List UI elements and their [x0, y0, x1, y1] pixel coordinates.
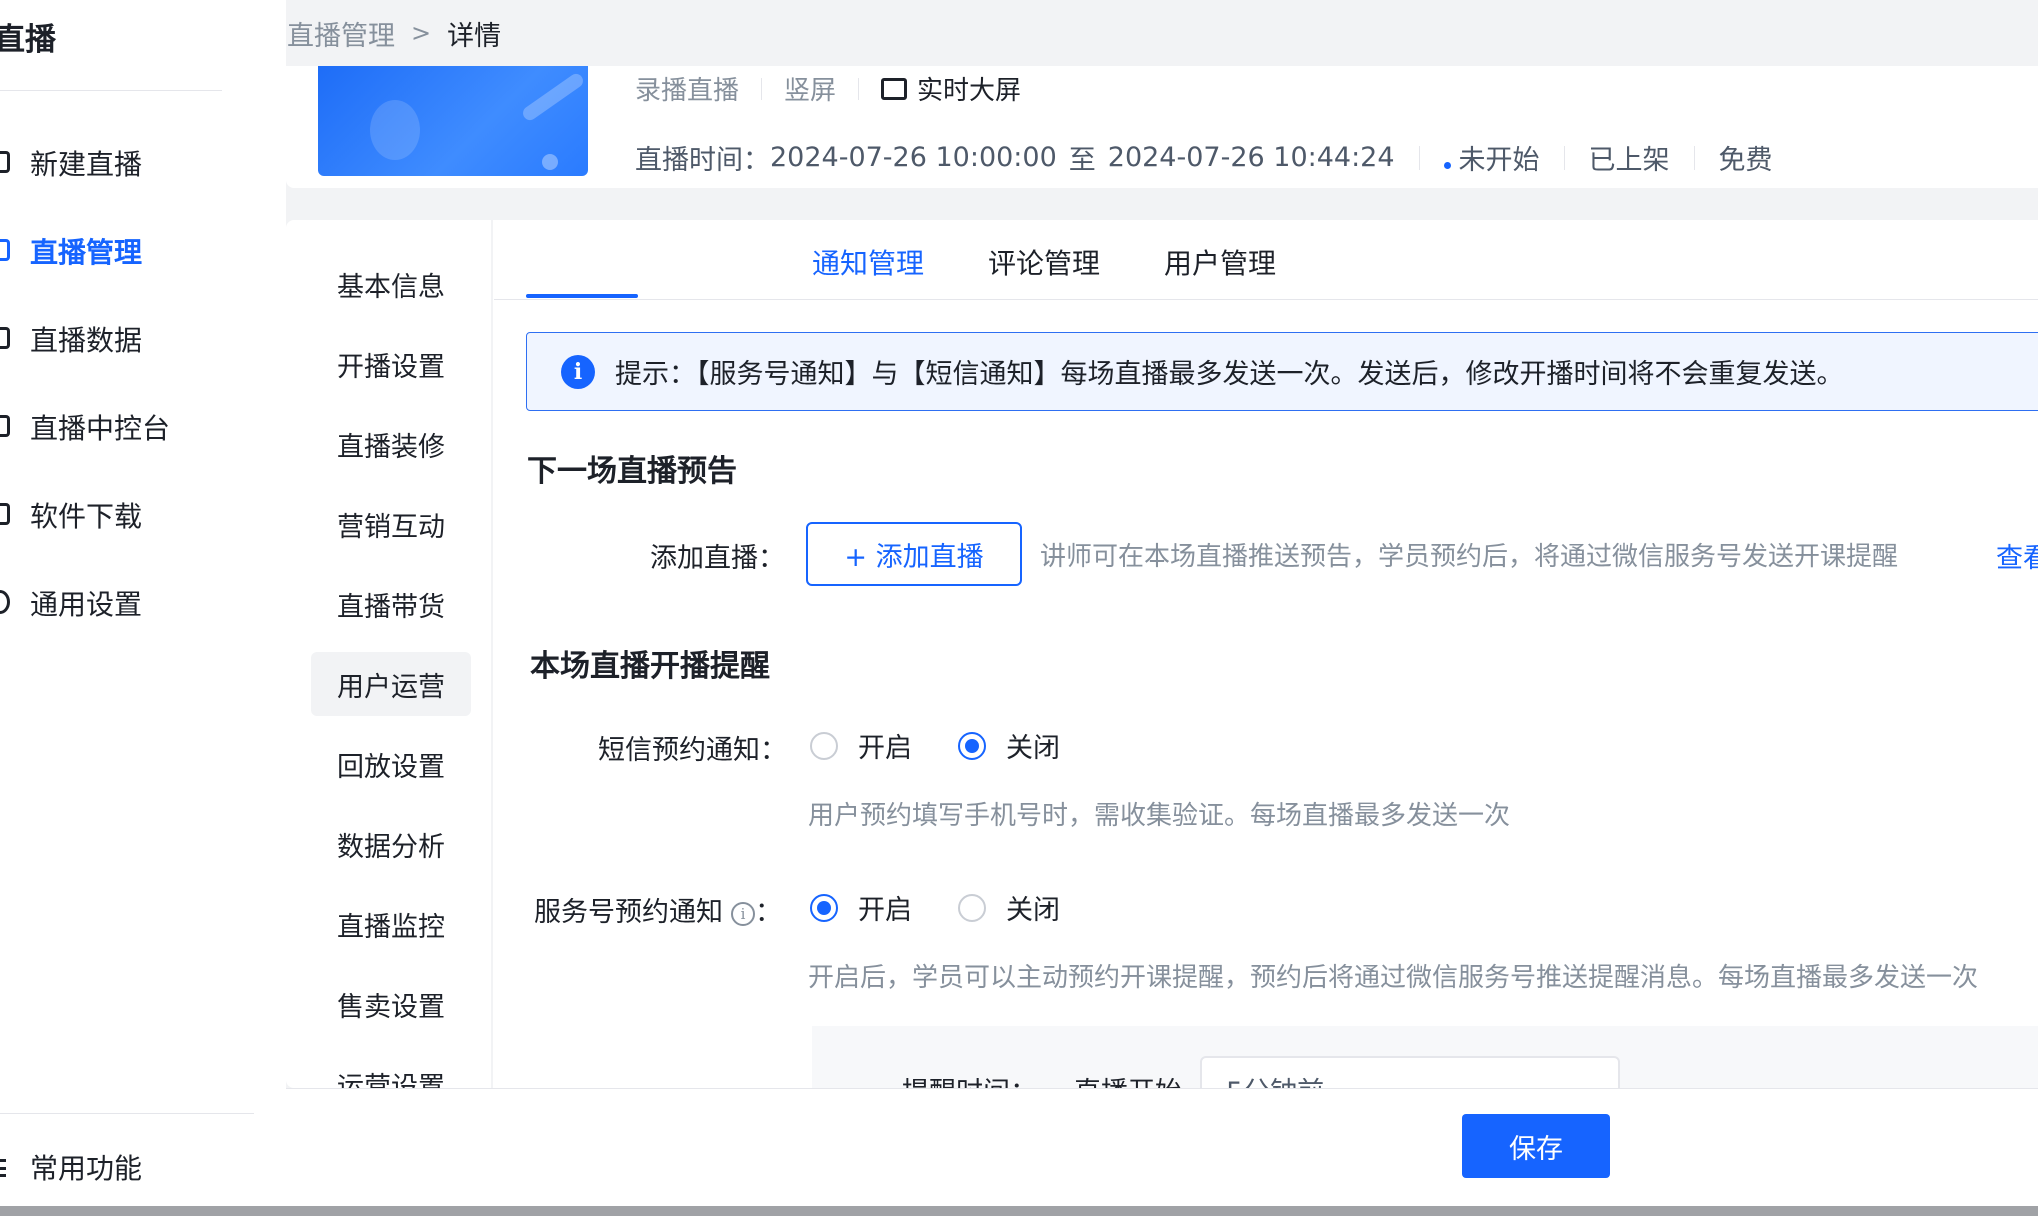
sidebar-divider: [0, 90, 222, 91]
main-panel: 基本信息 开播设置 直播装修 营销互动 直播带货 用户运营 回放设置 数据分析 …: [286, 220, 2038, 1088]
sidebar-item-live-data[interactable]: 直播数据: [0, 309, 286, 369]
sub-nav-playback[interactable]: 回放设置: [311, 732, 471, 796]
sms-notify-hint: 用户预约填写手机号时，需收集验证。每场直播最多发送一次: [808, 801, 1511, 831]
service-radio-on[interactable]: 开启: [810, 888, 912, 927]
radio-circle: [810, 893, 838, 922]
live-shelf-status: 已上架: [1588, 145, 1670, 176]
footer-bar: [286, 1088, 2038, 1210]
breadcrumb-parent[interactable]: 直播管理: [287, 14, 395, 53]
breadcrumb: 直播管理 > 详情: [286, 0, 2038, 66]
sub-nav-marketing[interactable]: 营销互动: [311, 492, 471, 556]
reminder-time-label: 提醒时间：: [902, 1070, 1037, 1088]
live-time-label: 直播时间：: [635, 145, 770, 176]
radio-label: 开启: [858, 895, 912, 926]
gear-icon: [0, 573, 20, 633]
status-dot-icon: [1443, 162, 1451, 169]
sidebar: 直播 新建直播 直播管理 直播数据 直播中控台 软件下载 通用设置 常用功能: [0, 0, 286, 1216]
reminder-time-box: 提醒时间： 直播开始 5分钟前: [812, 1026, 2038, 1088]
sidebar-item-label: 软件下载: [30, 500, 143, 533]
sidebar-item-new-live[interactable]: 新建直播: [0, 133, 286, 193]
radio-label: 关闭: [1006, 733, 1060, 764]
live-type: 录播直播: [635, 76, 740, 106]
notice-banner: i 提示：【服务号通知】与【短信通知】每场直播最多发送一次。发送后，修改开播时间…: [526, 332, 2038, 411]
tab-users[interactable]: 用户管理: [1164, 242, 1276, 282]
sidebar-item-label: 直播中控台: [30, 412, 171, 445]
sidebar-item-control-console[interactable]: 直播中控台: [0, 397, 286, 457]
live-icon: [0, 221, 20, 281]
tab-notification[interactable]: 通知管理: [812, 242, 924, 282]
service-radio-off[interactable]: 关闭: [958, 888, 1060, 927]
sub-nav-sales[interactable]: 售卖设置: [311, 972, 471, 1036]
sub-nav-basic-info[interactable]: 基本信息: [311, 252, 471, 316]
add-live-button[interactable]: + 添加直播: [806, 522, 1022, 586]
tab-comments[interactable]: 评论管理: [988, 242, 1100, 282]
radio-circle: [810, 731, 838, 760]
live-orientation: 竖屏: [784, 76, 837, 106]
reminder-time-value: 5分钟前: [1226, 1070, 1324, 1088]
notice-text: 提示：【服务号通知】与【短信通知】每场直播最多发送一次。发送后，修改开播时间将不…: [615, 359, 1844, 390]
live-price: 免费: [1718, 145, 1773, 176]
reminder-time-prefix: 直播开始: [1074, 1070, 1182, 1088]
live-time-start: 2024-07-26 10:00:00: [770, 142, 1057, 173]
detail-sub-nav: 基本信息 开播设置 直播装修 营销互动 直播带货 用户运营 回放设置 数据分析 …: [286, 220, 493, 1088]
list-icon: [0, 1137, 20, 1197]
sidebar-item-label: 直播数据: [30, 324, 143, 357]
reminder-time-select[interactable]: 5分钟前: [1200, 1056, 1620, 1088]
add-live-hint: 讲师可在本场直播推送预告，学员预约后，将通过微信服务号发送开课提醒: [1040, 542, 1899, 572]
sidebar-divider: [0, 1113, 254, 1114]
bigscreen-label: 实时大屏: [917, 76, 1022, 106]
live-time-row: 直播时间： 2024-07-26 10:00:00 至 2024-07-26 1…: [635, 138, 1773, 177]
live-meta-row: 录播直播 竖屏 实时大屏: [635, 70, 1021, 107]
tab-bar: 通知管理 评论管理 用户管理: [494, 220, 2038, 300]
bigscreen-link[interactable]: 实时大屏: [881, 70, 1021, 107]
sub-nav-analytics[interactable]: 数据分析: [311, 812, 471, 876]
sidebar-item-label: 常用功能: [30, 1152, 143, 1185]
live-time-end: 2024-07-26 10:44:24: [1107, 142, 1395, 173]
info-icon: i: [561, 354, 595, 389]
sidebar-item-label: 新建直播: [30, 148, 143, 181]
service-notify-hint: 开启后，学员可以主动预约开课提醒，预约后将通过微信服务号推送提醒消息。每场直播最…: [808, 963, 1979, 993]
sub-nav-broadcast-settings[interactable]: 开播设置: [311, 332, 471, 396]
add-live-label: 添加直播：: [650, 543, 785, 574]
bigscreen-icon: [881, 77, 908, 100]
sub-nav-operation-settings[interactable]: 运营设置: [311, 1052, 471, 1089]
sidebar-item-live-manage[interactable]: 直播管理: [0, 221, 286, 281]
sidebar-item-general-settings[interactable]: 通用设置: [0, 573, 286, 633]
sub-nav-monitor[interactable]: 直播监控: [311, 892, 471, 956]
sms-notify-label: 短信预约通知：: [598, 735, 787, 766]
radio-circle: [958, 893, 986, 922]
sidebar-item-common-functions[interactable]: 常用功能: [0, 1137, 286, 1197]
view-link[interactable]: 查看: [1996, 536, 2038, 575]
save-button[interactable]: 保存: [1462, 1114, 1610, 1178]
sms-radio-on[interactable]: 开启: [810, 726, 912, 765]
radio-label: 关闭: [1006, 895, 1060, 926]
monitor-icon: [0, 397, 20, 457]
tab-active-indicator: [526, 294, 638, 298]
chart-icon: [0, 309, 20, 369]
service-notify-label: 服务号预约通知 i：: [534, 897, 782, 928]
radio-label: 开启: [858, 733, 912, 764]
sidebar-item-software-download[interactable]: 软件下载: [0, 485, 286, 545]
sub-nav-user-operation[interactable]: 用户运营: [311, 652, 471, 716]
next-live-title: 下一场直播预告: [527, 454, 737, 489]
download-icon: [0, 485, 20, 545]
sidebar-item-label: 直播管理: [30, 236, 143, 269]
reminder-title: 本场直播开播提醒: [530, 649, 770, 684]
sidebar-item-label: 通用设置: [30, 588, 143, 621]
live-status: 未开始: [1443, 138, 1540, 177]
sub-nav-decoration[interactable]: 直播装修: [311, 412, 471, 476]
sms-radio-off[interactable]: 关闭: [958, 726, 1060, 765]
chevron-right-icon: >: [411, 19, 432, 47]
radio-circle: [958, 731, 986, 760]
live-time-to: 至: [1068, 145, 1096, 176]
sidebar-brand: 直播: [0, 22, 56, 58]
plus-icon: [0, 133, 20, 193]
live-cover-image: [318, 60, 588, 176]
info-circle-icon[interactable]: i: [731, 901, 755, 926]
window-bottom-edge: [0, 1206, 2038, 1216]
sub-nav-commerce[interactable]: 直播带货: [311, 572, 471, 636]
breadcrumb-current: 详情: [447, 20, 502, 52]
